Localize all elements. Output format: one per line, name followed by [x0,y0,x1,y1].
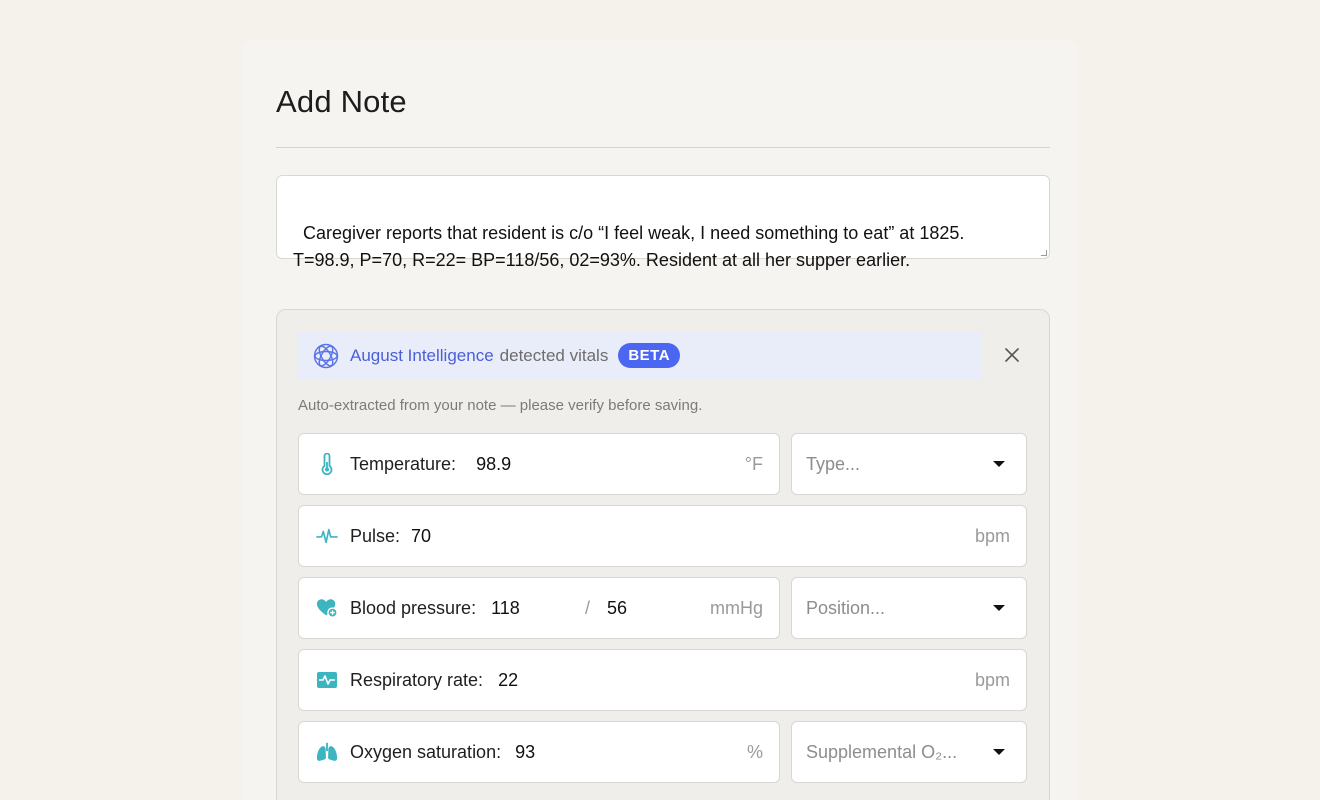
respiratory-rate-field[interactable]: Respiratory rate: 22 bpm [298,649,1027,711]
title-divider [276,147,1050,148]
oxygen-saturation-unit: % [746,741,763,762]
temperature-field[interactable]: Temperature: 98.9 °F [298,433,780,495]
temperature-value: 98.9 [476,453,512,474]
position-placeholder: Position... [806,597,886,618]
beta-badge: BETA [618,343,681,368]
diastolic-value[interactable]: 56 [607,598,627,619]
page-title: Add Note [276,84,407,119]
heart-plus-icon [316,597,338,619]
oxygen-saturation-field[interactable]: Oxygen saturation: 93 % [298,721,780,783]
resize-handle[interactable] [1041,250,1047,256]
note-textarea[interactable]: Caregiver reports that resident is c/o “… [276,175,1050,270]
temperature-type-placeholder: Type... [806,453,861,474]
caret-down-icon [993,749,1005,755]
respiratory-rate-value: 22 [498,669,519,690]
pulse-label: Pulse: [350,525,401,546]
systolic-value[interactable]: 118 [491,598,520,619]
caret-down-icon [993,461,1005,467]
thermometer-icon [316,453,338,475]
pulse-value: 70 [411,525,432,546]
note-text: Caregiver reports that resident is c/o “… [293,223,965,270]
blood-pressure-field[interactable]: Blood pressure: 118 / 56 mmHg [298,577,780,639]
bp-separator: / [585,597,591,618]
caret-down-icon [993,605,1005,611]
pulse-unit: bpm [974,525,1010,546]
pulse-icon [316,525,338,547]
blood-pressure-unit: mmHg [710,597,763,618]
pulse-field[interactable]: Pulse: 70 bpm [298,505,1027,567]
temperature-label: Temperature: [350,453,457,474]
supplemental-o2-placeholder: Supplemental O₂... [806,741,958,762]
ai-subtitle: Auto-extracted from your note — please v… [298,397,703,414]
lungs-icon [316,741,338,763]
respiratory-rate-label: Respiratory rate: [350,669,484,690]
monitor-icon [316,669,338,691]
oxygen-saturation-value: 93 [515,741,536,762]
close-icon [1005,348,1019,362]
ai-banner-text: detected vitals [499,345,609,365]
respiratory-rate-unit: bpm [974,669,1010,690]
oxygen-saturation-label: Oxygen saturation: [350,741,502,762]
ai-brand-name: August Intelligence [350,345,494,365]
blood-pressure-label: Blood pressure: [350,597,477,618]
close-button[interactable] [1001,344,1023,366]
ai-banner: August Intelligence detected vitals BETA [297,331,982,380]
ai-knot-icon [313,343,339,369]
supplemental-o2-select[interactable]: Supplemental O₂... [791,721,1027,783]
temperature-unit: °F [744,453,763,474]
temperature-type-select[interactable]: Type... [791,433,1027,495]
position-select[interactable]: Position... [791,577,1027,639]
